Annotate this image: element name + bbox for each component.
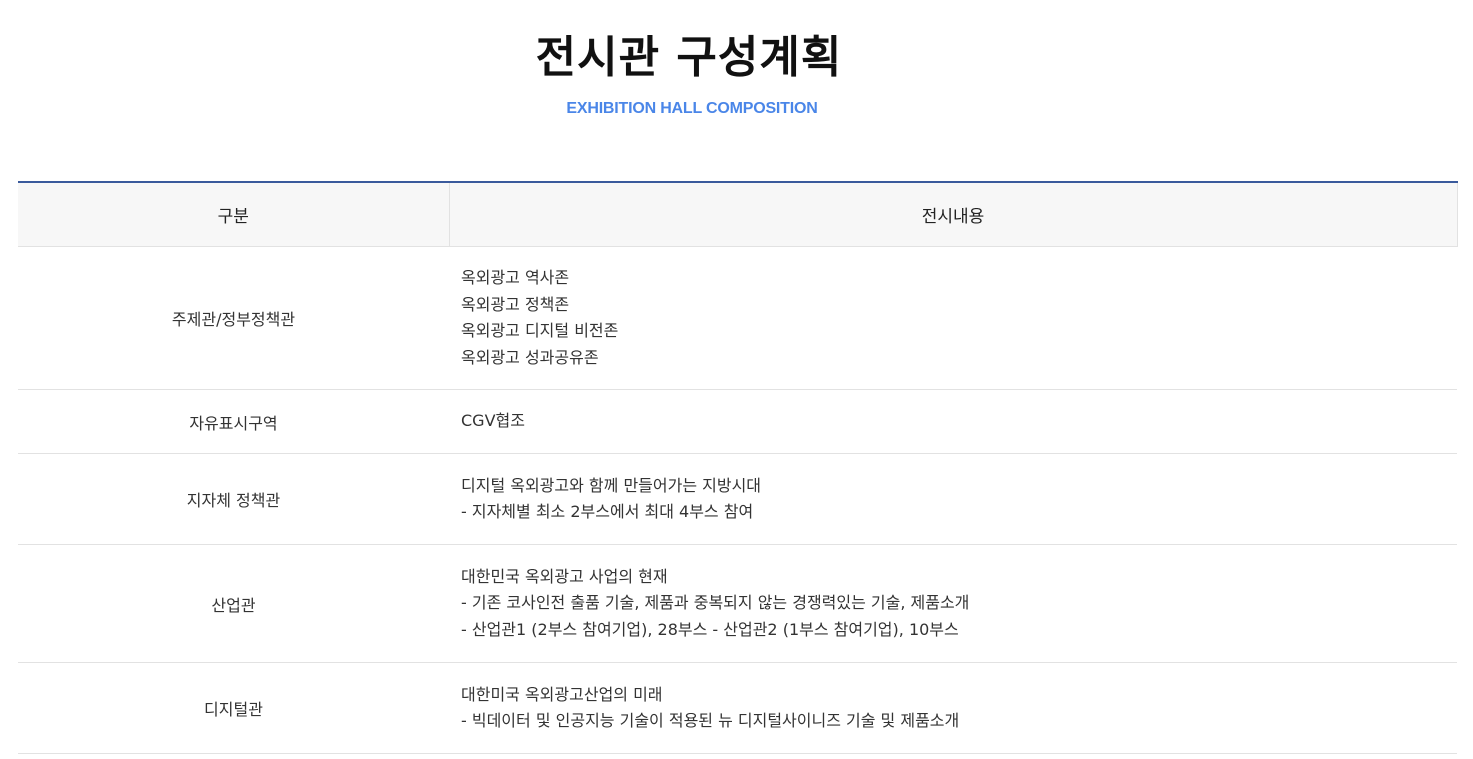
content-line: 대한민국 옥외광고 사업의 현재 — [461, 566, 668, 586]
content-line: CGV협조 — [461, 411, 525, 431]
content-line: 옥외광고 역사존 — [461, 268, 570, 287]
content-line: 옥외광고 정책존 — [461, 294, 570, 314]
content-line: - 기존 코사인전 출품 기술, 제품과 중복되지 않는 경쟁력있는 기술, 제… — [461, 593, 970, 613]
table-header-row: 구분 전시내용 — [18, 182, 1458, 247]
content-line: 대한미국 옥외광고산업의 미래 — [461, 684, 663, 704]
table-row: 주제관/정부정책관 옥외광고 역사존 옥외광고 정책존 옥외광고 디지털 비전존… — [18, 246, 1457, 390]
row-content: CGV협조 — [449, 389, 1457, 454]
page-subtitle: EXHIBITION HALL COMPOSITION — [566, 100, 818, 117]
content-line: - 빅데이터 및 인공지능 기술이 적용된 뉴 디지털사이니즈 기술 및 제품소… — [461, 711, 960, 730]
table-row: 지자체 정책관 디지털 옥외광고와 함께 만들어가는 지방시대 - 지자체별 최… — [18, 453, 1457, 545]
content-line: - 지자체별 최소 2부스에서 최대 4부스 참여 — [461, 502, 754, 521]
row-content: 옥외광고 역사존 옥외광고 정책존 옥외광고 디지털 비전존 옥외광고 성과공유… — [449, 246, 1457, 390]
row-category: 산업관 — [18, 544, 449, 663]
column-header-category: 구분 — [18, 182, 450, 247]
content-line: - 산업관1 (2부스 참여기업), 28부스 - 산업관2 (1부스 참여기업… — [461, 619, 959, 639]
exhibition-plan-table-wrap: 구분 전시내용 주제관/정부정책관 옥외광고 역사존 옥외광고 정책존 옥외광고… — [18, 181, 1458, 754]
exhibition-plan-table: 구분 전시내용 주제관/정부정책관 옥외광고 역사존 옥외광고 정책존 옥외광고… — [18, 181, 1458, 754]
row-category: 주제관/정부정책관 — [18, 246, 449, 390]
row-category: 디지털관 — [18, 662, 449, 754]
content-line: 디지털 옥외광고와 함께 만들어가는 지방시대 — [461, 475, 762, 495]
row-content: 대한미국 옥외광고산업의 미래 - 빅데이터 및 인공지능 기술이 적용된 뉴 … — [449, 662, 1457, 754]
content-line: 옥외광고 성과공유존 — [461, 347, 599, 367]
row-content: 대한민국 옥외광고 사업의 현재 - 기존 코사인전 출품 기술, 제품과 중복… — [449, 544, 1457, 663]
row-category: 자유표시구역 — [18, 389, 449, 454]
column-header-content: 전시내용 — [449, 182, 1458, 247]
table-row: 자유표시구역 CGV협조 — [18, 389, 1457, 454]
page-title: 전시관 구성계획 — [535, 32, 843, 83]
table-row: 디지털관 대한미국 옥외광고산업의 미래 - 빅데이터 및 인공지능 기술이 적… — [18, 662, 1457, 754]
row-category: 지자체 정책관 — [18, 453, 449, 545]
table-row: 산업관 대한민국 옥외광고 사업의 현재 - 기존 코사인전 출품 기술, 제품… — [18, 544, 1457, 663]
content-line: 옥외광고 디지털 비전존 — [461, 321, 619, 340]
row-content: 디지털 옥외광고와 함께 만들어가는 지방시대 - 지자체별 최소 2부스에서 … — [449, 453, 1457, 545]
